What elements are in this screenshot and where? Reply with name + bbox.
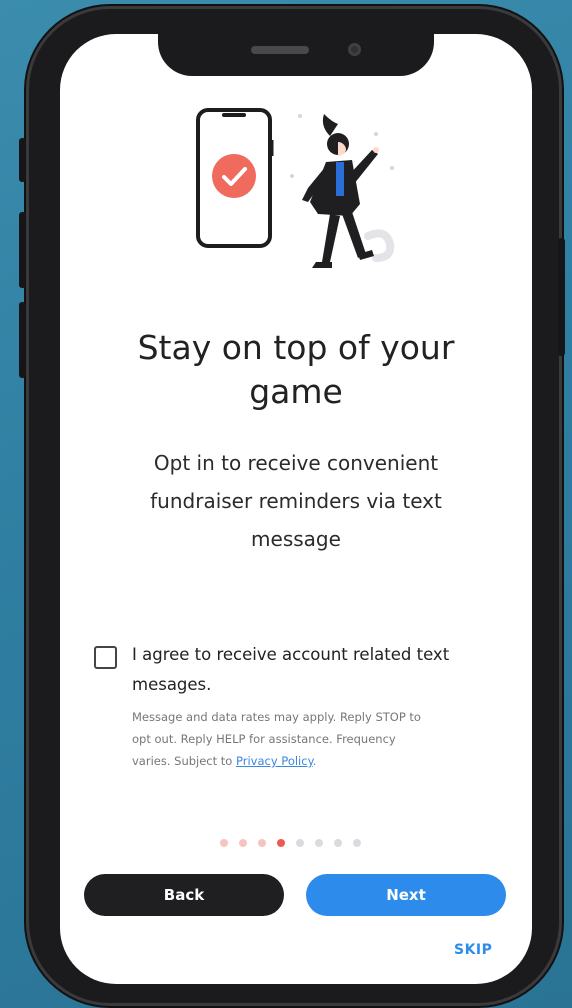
check-badge-icon	[212, 154, 256, 198]
pagination-dot[interactable]	[353, 839, 361, 847]
privacy-policy-link[interactable]: Privacy Policy	[236, 754, 313, 768]
next-button[interactable]: Next	[306, 874, 506, 916]
notch	[158, 34, 434, 76]
description-line-2: fundraiser reminders via text	[150, 489, 442, 513]
onboarding-description: Opt in to receive convenient fundraiser …	[110, 444, 482, 558]
onboarding-illustration	[196, 108, 395, 268]
volume-down-button	[19, 302, 26, 378]
pagination-dot[interactable]	[220, 839, 228, 847]
headline-line-2: game	[249, 372, 343, 411]
sms-consent-label[interactable]: I agree to receive account related text …	[132, 640, 512, 700]
sms-consent-checkbox[interactable]	[94, 646, 117, 669]
consent-label-line-1: I agree to receive account related text	[132, 645, 450, 664]
phone-screen: Stay on top of your game Opt in to recei…	[60, 34, 532, 984]
pagination-dot[interactable]	[296, 839, 304, 847]
description-line-1: Opt in to receive convenient	[153, 451, 439, 475]
power-button	[558, 238, 565, 356]
silent-switch	[19, 138, 26, 182]
pagination-dots	[220, 838, 380, 848]
disclaimer-line-1: Message and data rates may apply. Reply …	[132, 710, 421, 724]
front-camera	[348, 43, 361, 56]
skip-link[interactable]: SKIP	[454, 942, 492, 958]
description-line-3: message	[251, 527, 341, 551]
disclaimer-line-3-prefix: varies. Subject to	[132, 754, 236, 768]
volume-up-button	[19, 212, 26, 288]
headline-line-1: Stay on top of your	[137, 328, 455, 367]
check-badge-circle	[212, 154, 256, 198]
disclaimer-line-2: opt out. Reply HELP for assistance. Freq…	[132, 732, 396, 746]
onboarding-headline: Stay on top of your game	[60, 326, 532, 414]
pagination-dot[interactable]	[315, 839, 323, 847]
consent-label-line-2: mesages.	[132, 675, 212, 694]
disclaimer-line-3-suffix: .	[312, 754, 317, 768]
sms-disclaimer: Message and data rates may apply. Reply …	[132, 706, 500, 772]
pagination-dot[interactable]	[239, 839, 247, 847]
celebrating-woman-figure	[290, 114, 395, 268]
pagination-dot[interactable]	[334, 839, 342, 847]
pagination-dot-active[interactable]	[277, 839, 285, 847]
back-button[interactable]: Back	[84, 874, 284, 916]
speaker-grille	[251, 46, 309, 54]
pagination-dot[interactable]	[258, 839, 266, 847]
